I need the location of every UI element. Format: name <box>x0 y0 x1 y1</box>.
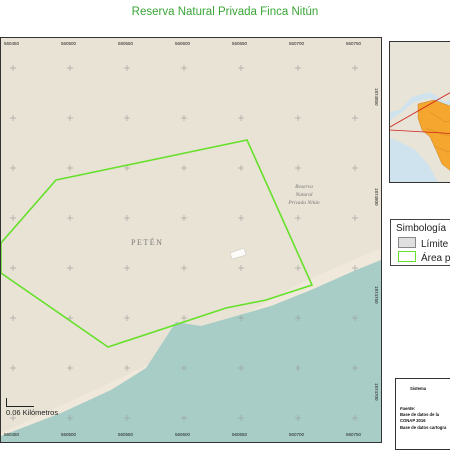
source-label: Fuente: <box>400 406 416 411</box>
legend-item: Límite <box>398 237 449 250</box>
x-tick-label: 560450 <box>4 432 20 437</box>
x-tick-label: 560700 <box>289 41 305 46</box>
scale-bar <box>6 406 34 407</box>
x-tick-label: 560500 <box>61 41 77 46</box>
x-tick-label: 560650 <box>232 432 248 437</box>
legend: Simbología Límite Área pr <box>390 219 450 266</box>
reserve-label-line: Privada Nitún <box>288 200 320 206</box>
legend-swatch <box>398 237 416 248</box>
x-tick-label: 560500 <box>61 432 77 437</box>
x-tick-label: 560650 <box>232 41 248 46</box>
x-tick-label: 560550 <box>118 432 134 437</box>
x-tick-label: 560750 <box>346 432 362 437</box>
legend-item: Área pr <box>398 251 450 264</box>
scale-label: 0.06 Kilómetros <box>6 408 59 417</box>
x-tick-label: 560700 <box>289 432 305 437</box>
x-tick-label: 560600 <box>175 41 191 46</box>
info-heading: Sistema <box>410 386 427 391</box>
map-canvas <box>1 38 381 442</box>
y-tick-label: 1874700 <box>374 383 379 401</box>
legend-swatch <box>398 251 416 262</box>
x-tick-label: 560450 <box>4 41 20 46</box>
legend-item-label: Límite <box>421 239 449 250</box>
map-title: Reserva Natural Privada Finca Nitún <box>131 6 319 18</box>
legend-item-label: Área pr <box>421 253 450 264</box>
inset-map[interactable] <box>389 41 450 183</box>
inset-canvas <box>390 42 450 182</box>
x-tick-label: 560600 <box>175 432 191 437</box>
legend-title: Simbología <box>396 223 447 234</box>
y-tick-label: 1874850 <box>374 88 379 106</box>
source-line: CONAP 2016 <box>400 418 426 423</box>
source-line: Base de datos de la <box>400 412 440 417</box>
reserve-label: Reserva Natural Privada Nitún <box>283 183 325 207</box>
x-tick-label: 560550 <box>118 41 134 46</box>
region-label: PETÉN <box>131 238 164 247</box>
scale-bar-tick <box>6 398 7 406</box>
source-line: Base de datos cartogra <box>400 425 447 430</box>
main-map[interactable]: PETÉN Reserva Natural Privada Nitún 5604… <box>0 37 382 443</box>
reserve-label-line: Reserva <box>295 184 313 190</box>
x-tick-label: 560750 <box>346 41 362 46</box>
y-tick-label: 1874800 <box>374 188 379 206</box>
reserve-label-line: Natural <box>295 192 313 198</box>
y-tick-label: 1874750 <box>374 286 379 304</box>
info-box: Sistema Fuente: Base de datos de la CONA… <box>395 378 450 450</box>
